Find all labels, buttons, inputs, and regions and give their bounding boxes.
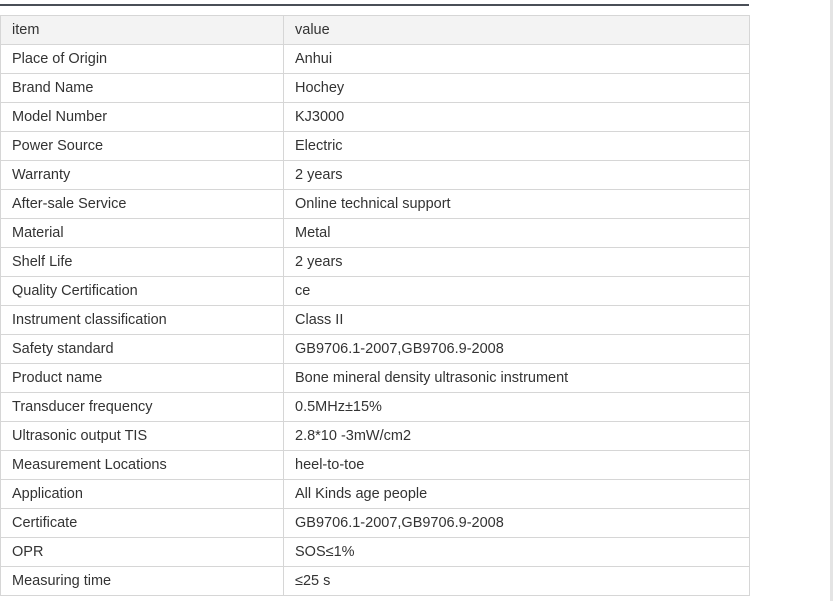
table-row: Place of Origin Anhui bbox=[0, 44, 750, 74]
row-item-cell: Ultrasonic output TIS bbox=[0, 421, 284, 451]
row-item-cell: OPR bbox=[0, 537, 284, 567]
row-value-cell: heel-to-toe bbox=[283, 450, 750, 480]
header-value-cell: value bbox=[283, 15, 750, 45]
header-item-cell: item bbox=[0, 15, 284, 45]
table-row: Material Metal bbox=[0, 218, 750, 248]
table-row: Brand Name Hochey bbox=[0, 73, 750, 103]
row-item-cell: Power Source bbox=[0, 131, 284, 161]
row-value-cell: Bone mineral density ultrasonic instrume… bbox=[283, 363, 750, 393]
table-row: Application All Kinds age people bbox=[0, 479, 750, 509]
row-item-cell: Warranty bbox=[0, 160, 284, 190]
row-value-cell: 2.8*10 -3mW/cm2 bbox=[283, 421, 750, 451]
table-row: Product name Bone mineral density ultras… bbox=[0, 363, 750, 393]
row-item-cell: Instrument classification bbox=[0, 305, 284, 335]
table-header-row: item value bbox=[0, 15, 750, 45]
top-divider bbox=[0, 4, 749, 6]
row-item-cell: Quality Certification bbox=[0, 276, 284, 306]
table-row: After-sale Service Online technical supp… bbox=[0, 189, 750, 219]
row-item-cell: Application bbox=[0, 479, 284, 509]
table-row: Warranty 2 years bbox=[0, 160, 750, 190]
row-item-cell: Material bbox=[0, 218, 284, 248]
row-value-cell: 2 years bbox=[283, 247, 750, 277]
row-value-cell: GB9706.1-2007,GB9706.9-2008 bbox=[283, 508, 750, 538]
row-value-cell: Class II bbox=[283, 305, 750, 335]
row-value-cell: GB9706.1-2007,GB9706.9-2008 bbox=[283, 334, 750, 364]
row-item-cell: After-sale Service bbox=[0, 189, 284, 219]
table-row: Safety standard GB9706.1-2007,GB9706.9-2… bbox=[0, 334, 750, 364]
table-row: Transducer frequency 0.5MHz±15% bbox=[0, 392, 750, 422]
row-item-cell: Place of Origin bbox=[0, 44, 284, 74]
row-value-cell: ≤25 s bbox=[283, 566, 750, 596]
table-row: Ultrasonic output TIS 2.8*10 -3mW/cm2 bbox=[0, 421, 750, 451]
row-value-cell: Online technical support bbox=[283, 189, 750, 219]
row-value-cell: Hochey bbox=[283, 73, 750, 103]
row-value-cell: 0.5MHz±15% bbox=[283, 392, 750, 422]
row-item-cell: Shelf Life bbox=[0, 247, 284, 277]
table-row: Measuring time ≤25 s bbox=[0, 566, 750, 596]
row-value-cell: ce bbox=[283, 276, 750, 306]
row-item-cell: Model Number bbox=[0, 102, 284, 132]
table-row: Model Number KJ3000 bbox=[0, 102, 750, 132]
row-item-cell: Product name bbox=[0, 363, 284, 393]
row-value-cell: KJ3000 bbox=[283, 102, 750, 132]
row-item-cell: Transducer frequency bbox=[0, 392, 284, 422]
table-row: Certificate GB9706.1-2007,GB9706.9-2008 bbox=[0, 508, 750, 538]
table-row: OPR SOS≤1% bbox=[0, 537, 750, 567]
row-item-cell: Safety standard bbox=[0, 334, 284, 364]
row-value-cell: SOS≤1% bbox=[283, 537, 750, 567]
row-value-cell: All Kinds age people bbox=[283, 479, 750, 509]
product-spec-table: item value Place of Origin Anhui Brand N… bbox=[0, 15, 750, 596]
table-row: Quality Certification ce bbox=[0, 276, 750, 306]
row-value-cell: Anhui bbox=[283, 44, 750, 74]
table-row: Power Source Electric bbox=[0, 131, 750, 161]
row-value-cell: Metal bbox=[283, 218, 750, 248]
row-value-cell: Electric bbox=[283, 131, 750, 161]
row-value-cell: 2 years bbox=[283, 160, 750, 190]
table-row: Measurement Locations heel-to-toe bbox=[0, 450, 750, 480]
row-item-cell: Brand Name bbox=[0, 73, 284, 103]
row-item-cell: Certificate bbox=[0, 508, 284, 538]
table-row: Instrument classification Class II bbox=[0, 305, 750, 335]
table-row: Shelf Life 2 years bbox=[0, 247, 750, 277]
row-item-cell: Measuring time bbox=[0, 566, 284, 596]
row-item-cell: Measurement Locations bbox=[0, 450, 284, 480]
